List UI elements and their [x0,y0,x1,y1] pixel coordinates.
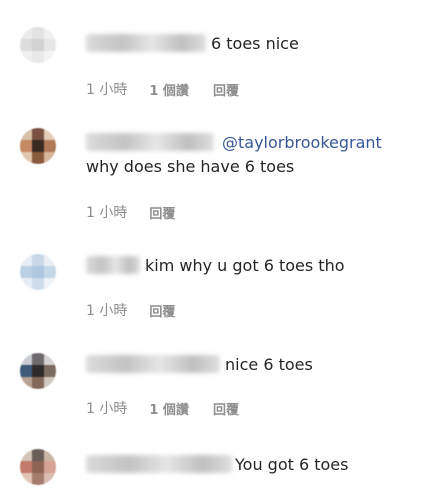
avatar-pixel [32,51,44,63]
reply-button[interactable]: 回覆 [213,80,239,99]
avatar-pixel [20,353,32,365]
avatar[interactable] [20,128,56,164]
avatar-pixel [32,353,44,365]
timestamp: 1 小時 [86,303,128,319]
avatar-pixel [20,27,32,39]
reply-button[interactable]: 回覆 [149,203,175,222]
avatar-pixel [44,51,56,63]
mention-link[interactable]: @taylorbrookegrant [222,133,382,153]
avatar-pixel [32,254,44,266]
timestamp: 1 小時 [86,205,128,221]
comment-meta: 1 小時 1 個讚 回覆 [86,398,239,418]
likes-count[interactable]: 1 個讚 [149,399,189,418]
avatar-pixel [32,278,44,290]
avatar-pixel [32,377,44,389]
avatar-pixel [44,39,56,51]
comment-text: 6 toes nice [211,34,299,53]
avatar-pixel [44,140,56,152]
username-blurred[interactable] [86,133,214,151]
avatar[interactable] [20,449,56,485]
reply-button[interactable]: 回覆 [149,301,175,320]
comment-text: You got 6 toes [235,455,349,474]
avatar-pixel [20,152,32,164]
reply-button[interactable]: 回覆 [213,399,239,418]
comment-meta: 1 小時 回覆 [86,202,175,222]
avatar-pixel [20,365,32,377]
username-blurred[interactable] [86,34,206,52]
avatar-pixel [32,365,44,377]
avatar-pixel [44,278,56,290]
comment-meta: 1 小時 回覆 [86,300,175,320]
avatar-pixel [20,278,32,290]
avatar-pixel [44,365,56,377]
timestamp: 1 小時 [86,401,128,417]
comment-text: nice 6 toes [225,355,313,374]
avatar-pixel [32,39,44,51]
avatar-pixel [20,51,32,63]
avatar-pixel [44,461,56,473]
likes-count[interactable]: 1 個讚 [149,80,189,99]
avatar-pixel [32,140,44,152]
avatar-pixel [44,353,56,365]
avatar-pixel [20,473,32,485]
avatar-pixel [20,39,32,51]
avatar-pixel [32,128,44,140]
avatar-pixel [44,254,56,266]
avatar-pixel [44,473,56,485]
comment-meta: 1 小時 1 個讚 回覆 [86,79,239,99]
avatar-pixel [44,27,56,39]
avatar-pixel [32,461,44,473]
avatar[interactable] [20,353,56,389]
avatar-pixel [44,449,56,461]
avatar-pixel [32,449,44,461]
username-blurred[interactable] [86,256,140,274]
avatar[interactable] [20,27,56,63]
comment-text: why does she have 6 toes [86,157,295,176]
avatar-pixel [44,377,56,389]
avatar-pixel [20,266,32,278]
avatar-pixel [32,27,44,39]
avatar-pixel [32,473,44,485]
username-blurred[interactable] [86,355,220,373]
avatar-pixel [20,128,32,140]
timestamp: 1 小時 [86,82,128,98]
avatar-pixel [44,152,56,164]
avatar-pixel [44,128,56,140]
avatar-pixel [20,461,32,473]
username-blurred[interactable] [86,455,232,473]
avatar[interactable] [20,254,56,290]
comment-text: kim why u got 6 toes tho [145,256,345,275]
avatar-pixel [20,140,32,152]
avatar-pixel [20,449,32,461]
avatar-pixel [32,152,44,164]
avatar-pixel [44,266,56,278]
avatar-pixel [32,266,44,278]
avatar-pixel [20,377,32,389]
avatar-pixel [20,254,32,266]
